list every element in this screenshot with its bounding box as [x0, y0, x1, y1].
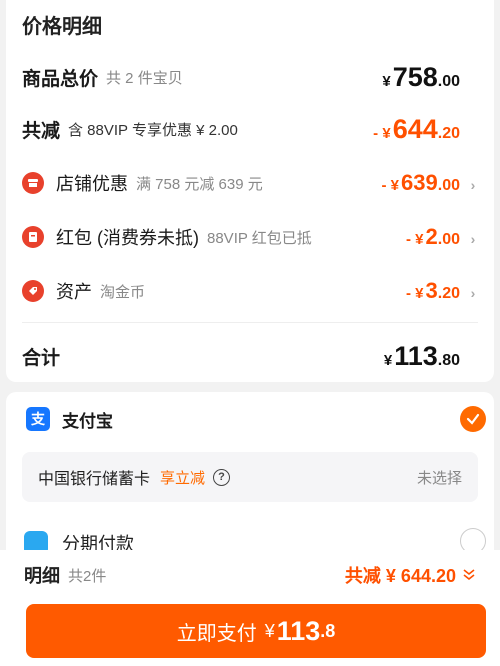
tag-icon: [22, 280, 44, 302]
bottom-count: 共2件: [68, 567, 107, 585]
section-title: 价格明细: [22, 16, 102, 38]
chevron-right-icon: ›: [470, 285, 476, 301]
discount-amount: - ¥ 639 .00 ›: [382, 170, 478, 196]
discount-amount: - ¥ 3 .20 ›: [406, 278, 478, 304]
bank-card-option[interactable]: 中国银行储蓄卡 享立减 ? 未选择: [22, 452, 478, 502]
goods-total-label: 商品总价: [22, 68, 99, 90]
pay-button-label: 立即支付: [176, 622, 257, 645]
divider: [22, 322, 478, 323]
store-icon: [22, 172, 44, 194]
total-reduce-amount: - ¥ 644 .20: [373, 113, 460, 144]
discount-amount: - ¥ 2 .00 ›: [406, 224, 478, 250]
bottom-summary[interactable]: 明细 共2件 共减 ¥ 644.20: [24, 556, 476, 594]
help-icon[interactable]: ?: [213, 468, 231, 486]
vip-discount-note: 含 88VIP 专享优惠 ¥ 2.00: [68, 121, 238, 139]
goods-count: 共 2 件宝贝: [106, 69, 183, 87]
subtotal-row: 合计 ¥ 113 .80: [22, 340, 478, 372]
red-packet-row[interactable]: 红包 (消费券未抵) 88VIP 红包已抵 - ¥ 2 .00 ›: [22, 222, 478, 252]
selected-check-icon[interactable]: [460, 406, 486, 432]
bank-promo: 享立减: [160, 469, 206, 487]
store-discount-row[interactable]: 店铺优惠 满 758 元减 639 元 - ¥ 639 .00 ›: [22, 168, 478, 198]
subtotal-amount: ¥ 113 .80: [383, 340, 460, 371]
bottom-title: 明细: [24, 566, 60, 586]
bottom-bar: 明细 共2件 共减 ¥ 644.20 立即支付 ¥ 113 .8: [0, 550, 500, 666]
discount-label: 红包 (消费券未抵): [56, 228, 199, 248]
discount-sub: 88VIP 红包已抵: [207, 229, 312, 247]
red-packet-icon: [22, 226, 44, 248]
assets-row[interactable]: 资产 淘金币 - ¥ 3 .20 ›: [22, 276, 478, 306]
total-reduce-row: 共减 含 88VIP 专享优惠 ¥ 2.00 - ¥ 644 .20: [22, 114, 478, 144]
alipay-option[interactable]: 支 支付宝: [26, 404, 478, 434]
alipay-icon: 支: [26, 407, 50, 431]
alipay-label: 支付宝: [62, 411, 113, 431]
bank-status: 未选择: [416, 469, 462, 487]
subtotal-label: 合计: [22, 347, 61, 369]
discount-label: 资产: [56, 282, 92, 302]
chevron-right-icon: ›: [470, 231, 476, 247]
chevron-down-icon: [462, 567, 476, 584]
discount-sub: 淘金币: [100, 283, 146, 301]
goods-total-row: 商品总价 共 2 件宝贝 ¥ 758 .00: [22, 62, 478, 92]
discount-label: 店铺优惠: [56, 174, 128, 194]
chevron-right-icon: ›: [470, 177, 476, 193]
discount-sub: 满 758 元减 639 元: [136, 175, 263, 193]
bank-name: 中国银行储蓄卡: [38, 471, 151, 488]
total-reduce-label: 共减: [22, 120, 61, 142]
checkout-page: 价格明细 商品总价 共 2 件宝贝 ¥ 758 .00 共减 含 88VIP 专…: [0, 0, 500, 666]
goods-total-amount: ¥ 758 .00: [382, 61, 460, 92]
pay-now-button[interactable]: 立即支付 ¥ 113 .8: [26, 604, 486, 658]
bottom-total-reduce: 共减 ¥ 644.20: [344, 566, 456, 586]
